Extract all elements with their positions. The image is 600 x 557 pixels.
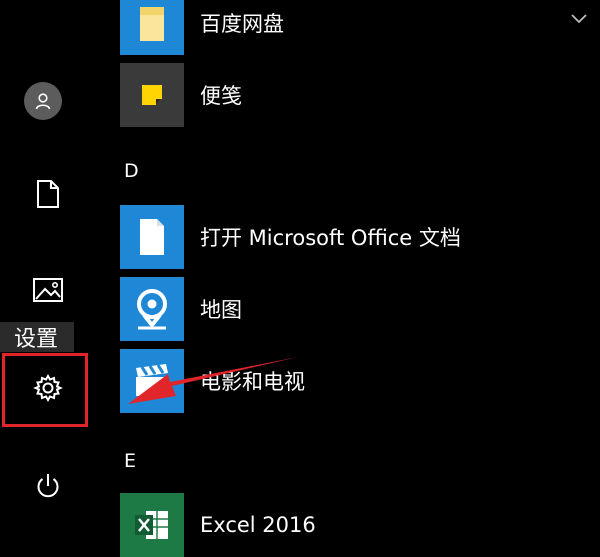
app-label: 百度网盘 — [200, 12, 284, 36]
settings-tooltip: 设置 — [0, 322, 74, 352]
document-icon — [37, 180, 59, 208]
app-tile — [120, 493, 184, 557]
app-label: 便笺 — [200, 84, 242, 108]
app-tile — [120, 277, 184, 341]
section-header-e[interactable]: E — [124, 450, 136, 472]
app-label: 地图 — [200, 298, 242, 322]
app-list: 百度网盘 便笺 D 打开 Microsoft Office 文档 地图 电影和电… — [96, 0, 600, 557]
app-item-sticky-notes[interactable]: 便笺 — [120, 63, 570, 127]
app-item-movies-tv[interactable]: 电影和电视 — [120, 349, 570, 413]
power-button[interactable] — [0, 458, 96, 514]
chevron-down-icon[interactable] — [570, 12, 588, 24]
app-tile — [120, 349, 184, 413]
app-item-excel[interactable]: Excel 2016 — [120, 493, 570, 557]
user-icon — [35, 93, 51, 110]
app-tile — [120, 205, 184, 269]
section-header-d[interactable]: D — [124, 160, 139, 182]
power-icon — [37, 474, 59, 498]
start-menu-rail: 设置 — [0, 0, 96, 532]
app-tile — [120, 0, 184, 55]
sticky-note-icon — [142, 85, 162, 105]
pictures-button[interactable] — [0, 262, 96, 318]
app-item-baidu-netdisk[interactable]: 百度网盘 — [120, 0, 570, 55]
clapperboard-icon — [136, 364, 168, 396]
app-item-maps[interactable]: 地图 — [120, 277, 570, 341]
app-item-open-office-document[interactable]: 打开 Microsoft Office 文档 — [120, 205, 570, 269]
folder-icon — [140, 7, 164, 41]
document-icon — [140, 219, 164, 255]
app-label: 打开 Microsoft Office 文档 — [200, 226, 461, 250]
user-avatar[interactable] — [24, 82, 62, 120]
settings-highlight-box — [2, 353, 88, 427]
app-label: 电影和电视 — [200, 370, 305, 394]
app-tile — [120, 63, 184, 127]
excel-icon — [135, 511, 168, 539]
map-pin-icon — [137, 289, 167, 330]
app-label: Excel 2016 — [200, 513, 316, 537]
documents-button[interactable] — [0, 166, 96, 222]
picture-icon — [33, 278, 63, 302]
